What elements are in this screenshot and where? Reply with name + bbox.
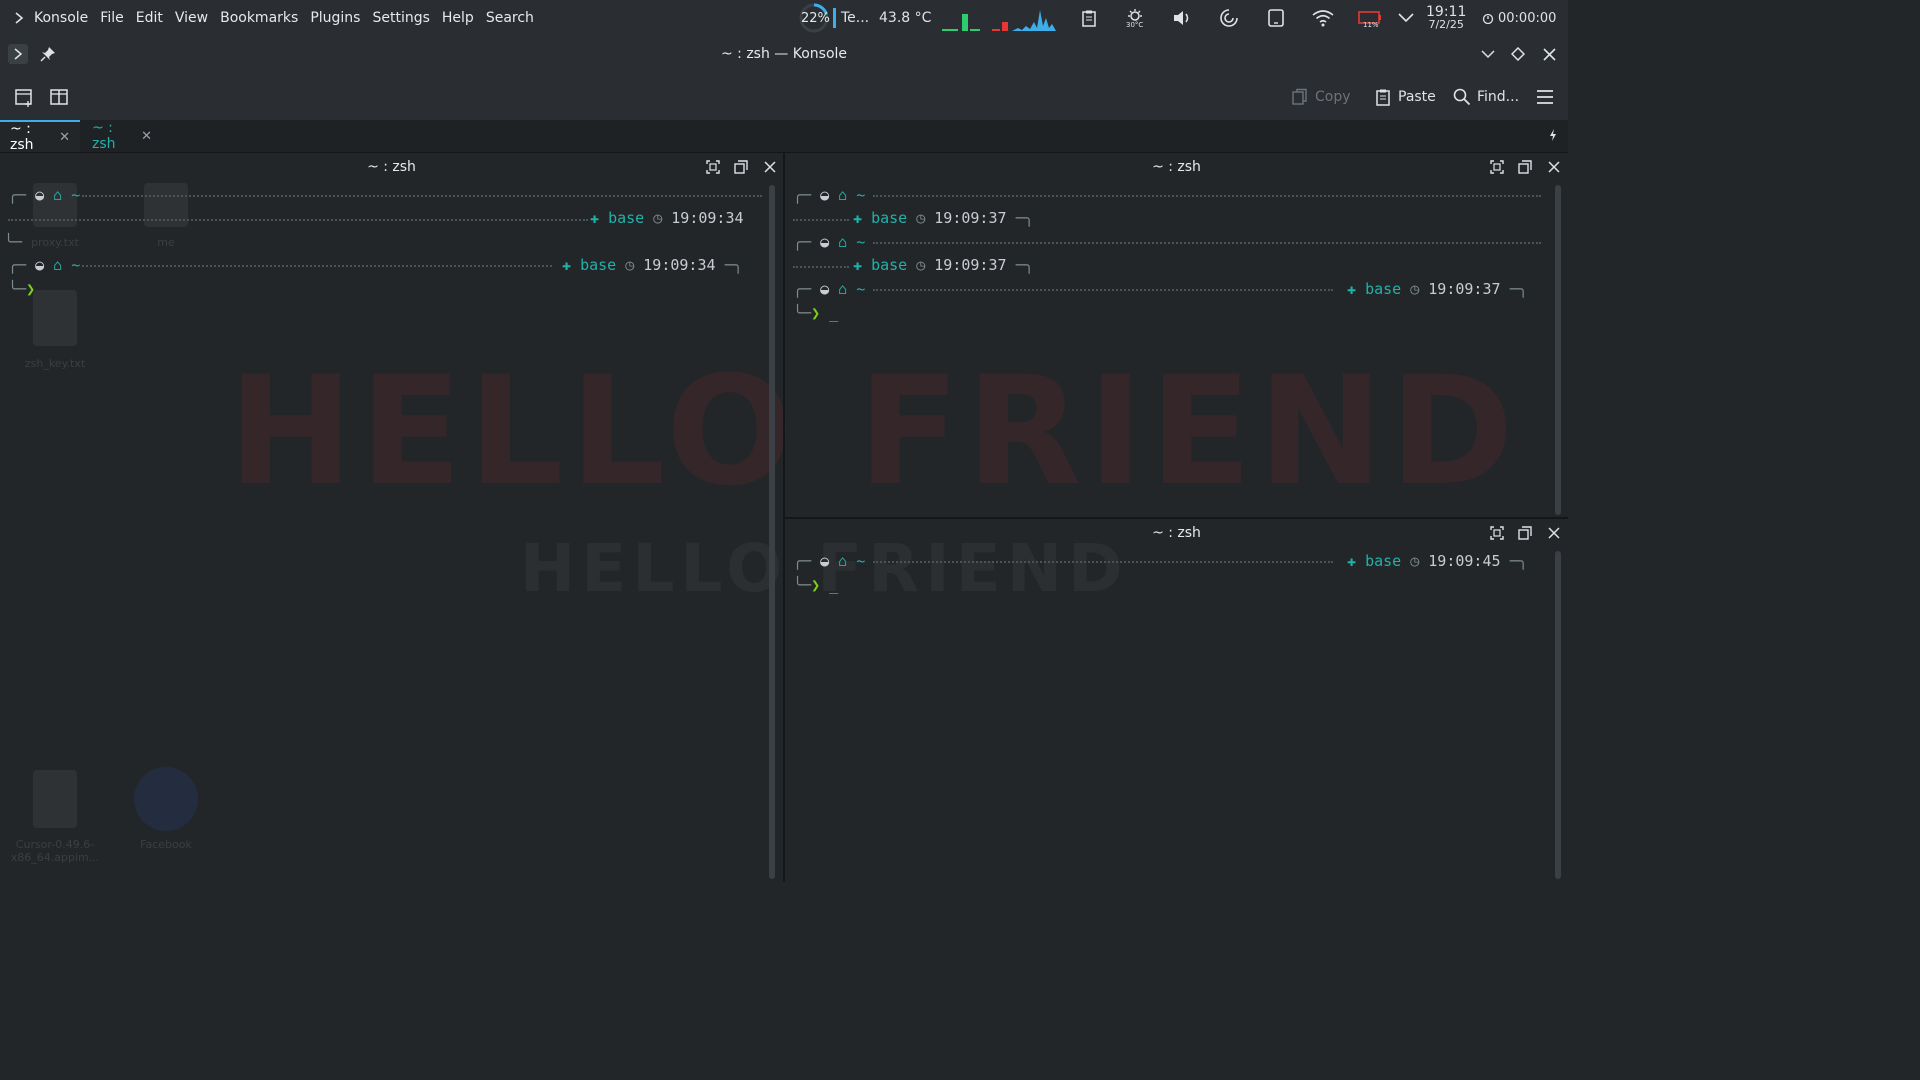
- temp-value[interactable]: 43.8 °C: [879, 10, 931, 26]
- top-panel: Konsole File Edit View Bookmarks Plugins…: [0, 0, 1568, 36]
- app-name-menu[interactable]: Konsole: [28, 10, 94, 26]
- maximize-pane-icon[interactable]: [1489, 159, 1505, 175]
- prompt-status: ✚ base ◷ 19:09:34: [590, 209, 744, 227]
- prompt-status: ✚ base ◷ 19:09:37 ─╮: [1347, 280, 1528, 298]
- detach-pane-icon[interactable]: [1517, 159, 1533, 175]
- menu-plugins[interactable]: Plugins: [304, 10, 366, 26]
- detach-pane-icon[interactable]: [733, 159, 749, 175]
- terminal-pane-bottom-right[interactable]: ~ : zsh ╭─ ◒ ⌂ ~ ✚ base ◷ 19:09:45 ─╮ ╰─…: [785, 519, 1568, 882]
- hamburger-menu-button[interactable]: [1536, 86, 1554, 108]
- battery-percent: 22%: [801, 10, 830, 26]
- tab-zsh-1[interactable]: ~ : zsh ✕: [0, 120, 80, 153]
- prompt-status: ✚ base ◷ 19:09:37 ─╮: [853, 256, 1034, 274]
- paste-icon: [1376, 89, 1390, 106]
- minimize-button[interactable]: [1478, 44, 1498, 64]
- prompt-line: ╭─ ◒ ⌂ ~: [793, 186, 866, 204]
- window-title: ~ : zsh — Konsole: [720, 46, 848, 62]
- detach-pane-icon[interactable]: [1517, 525, 1533, 541]
- timer-widget[interactable]: 00:00:00: [1482, 0, 1556, 36]
- toolbar: Copy Paste Find...: [0, 72, 1568, 121]
- chevron-down-icon[interactable]: [1398, 0, 1414, 36]
- copy-button[interactable]: Copy: [1291, 86, 1351, 108]
- temp-bar: [833, 8, 836, 28]
- scrollbar[interactable]: [1555, 185, 1561, 515]
- terminal-pane-left[interactable]: ~ : zsh ╭─ ◒ ⌂ ~ ✚ base ◷ 19:09:34 ╰─ ╭─…: [0, 153, 783, 882]
- new-tab-icon: [15, 89, 32, 107]
- menu-bookmarks[interactable]: Bookmarks: [214, 10, 304, 26]
- close-pane-icon[interactable]: [1546, 525, 1562, 541]
- prompt-line: ╭─ ◒ ⌂ ~: [793, 552, 866, 570]
- pane-title: ~ : zsh: [367, 159, 416, 175]
- tab-bar: ~ : zsh ✕ ~ : zsh ✕: [0, 120, 1568, 153]
- tablet-icon[interactable]: [1267, 0, 1285, 36]
- maximize-pane-icon[interactable]: [1489, 525, 1505, 541]
- menu-file[interactable]: File: [94, 10, 129, 26]
- battery-indicator: 11%: [1363, 21, 1379, 29]
- new-tab-button[interactable]: [14, 86, 34, 108]
- menu-settings[interactable]: Settings: [366, 10, 435, 26]
- weather-temp: 30°C: [1126, 21, 1144, 29]
- tab-menu-icon[interactable]: [1546, 128, 1560, 146]
- maximize-button[interactable]: [1508, 44, 1528, 64]
- pane-title: ~ : zsh: [1152, 525, 1201, 541]
- scrollbar[interactable]: [769, 185, 775, 879]
- paste-label: Paste: [1398, 89, 1436, 105]
- prompt-line: ╭─ ◒ ⌂ ~: [8, 186, 81, 204]
- terminal-pane-top-right[interactable]: ~ : zsh ╭─ ◒ ⌂ ~ ✚ base ◷ 19:09:37 ─╮ ╭─…: [785, 153, 1568, 517]
- window-titlebar[interactable]: ~ : zsh — Konsole: [0, 36, 1568, 72]
- tab-label: ~ : zsh: [10, 121, 34, 153]
- wifi-icon[interactable]: [1312, 0, 1334, 36]
- clock-date: 7/2/25: [1428, 18, 1464, 31]
- menu-view[interactable]: View: [169, 10, 214, 26]
- clipboard-icon[interactable]: [1080, 0, 1098, 36]
- temp-label[interactable]: Te...: [841, 10, 869, 26]
- close-pane-icon[interactable]: [1546, 159, 1562, 175]
- prompt-line: ╭─ ◒ ⌂ ~: [793, 280, 866, 298]
- cpu-graph[interactable]: [940, 0, 1060, 36]
- search-icon: [1453, 88, 1471, 106]
- prompt-status: ✚ base ◷ 19:09:45 ─╮: [1347, 552, 1528, 570]
- menu-search[interactable]: Search: [480, 10, 540, 26]
- clock-time: 19:11: [1426, 4, 1467, 20]
- split-view-icon: [50, 89, 68, 105]
- timer-value: 00:00:00: [1498, 10, 1557, 26]
- tab-zsh-2[interactable]: ~ : zsh ✕: [82, 120, 162, 152]
- menu-edit[interactable]: Edit: [130, 10, 169, 26]
- global-menu: Konsole File Edit View Bookmarks Plugins…: [0, 0, 540, 36]
- pane-title: ~ : zsh: [1152, 159, 1201, 175]
- copy-label: Copy: [1315, 89, 1351, 105]
- close-pane-icon[interactable]: [762, 159, 778, 175]
- copy-icon: [1292, 88, 1307, 105]
- hamburger-menu-icon: [1537, 90, 1553, 104]
- battery-widget[interactable]: 22%: [798, 0, 830, 36]
- prompt-input[interactable]: ╰─❯: [8, 280, 35, 298]
- prompt-input[interactable]: ╰─❯ _: [793, 304, 838, 322]
- find-label: Find...: [1477, 89, 1520, 105]
- paste-button[interactable]: Paste: [1374, 86, 1436, 108]
- close-tab-icon[interactable]: ✕: [141, 129, 152, 144]
- timer-icon: [1482, 13, 1494, 24]
- prompt-line: ╭─ ◒ ⌂ ~: [793, 233, 866, 251]
- clock[interactable]: 19:11 7/2/25: [1426, 0, 1466, 36]
- volume-icon[interactable]: [1172, 0, 1192, 36]
- split-view-button[interactable]: [49, 86, 69, 108]
- weather-icon[interactable]: 30°C: [1124, 0, 1146, 36]
- prompt-line: ╭─ ◒ ⌂ ~: [8, 256, 81, 274]
- prompt-status: ✚ base ◷ 19:09:37 ─╮: [853, 209, 1034, 227]
- battery-icon[interactable]: 11%: [1358, 0, 1382, 36]
- maximize-pane-icon[interactable]: [705, 159, 721, 175]
- close-tab-icon[interactable]: ✕: [59, 130, 70, 145]
- close-window-button[interactable]: [1539, 44, 1559, 64]
- menu-help[interactable]: Help: [436, 10, 480, 26]
- prompt-input[interactable]: ╰─❯ _: [793, 576, 838, 594]
- konsole-app-icon: [10, 9, 28, 27]
- find-button[interactable]: Find...: [1453, 86, 1519, 108]
- prompt-status: ✚ base ◷ 19:09:34 ─╮: [562, 256, 743, 274]
- tab-label: ~ : zsh: [92, 120, 116, 152]
- scrollbar[interactable]: [1555, 551, 1561, 879]
- vpn-icon[interactable]: [1219, 0, 1239, 36]
